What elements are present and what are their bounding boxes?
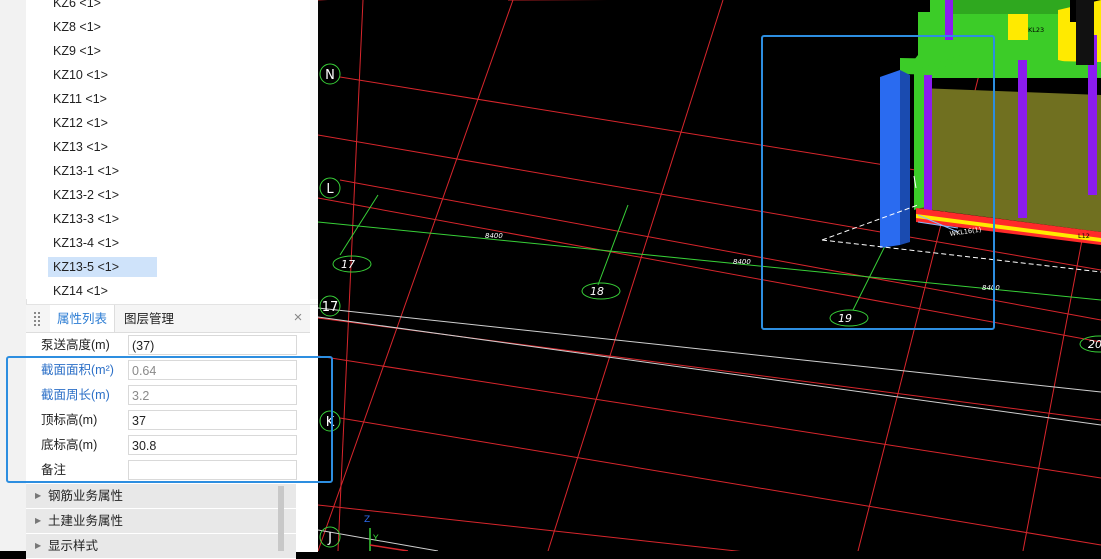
property-group-label: 钢筋业务属性	[48, 489, 124, 503]
close-icon[interactable]: ×	[290, 309, 306, 327]
tab-layer-management[interactable]: 图层管理	[124, 305, 174, 332]
dim-label-2: 8400	[733, 258, 751, 266]
tab-property-list[interactable]: 属性列表	[50, 305, 115, 332]
axis-label-l: L	[326, 182, 334, 197]
panel-tab-bar: 属性列表 图层管理 ×	[26, 305, 310, 333]
component-list[interactable]: KZ6 <1> KZ8 <1> KZ9 <1> KZ10 <1> KZ11 <1> KZ1…	[26, 0, 310, 299]
component-list-item[interactable]: KZ11 <1>	[48, 89, 157, 109]
component-list-item[interactable]: KZ12 <1>	[48, 113, 157, 133]
list-scrollbar[interactable]	[310, 0, 318, 299]
grid-label-20: 20	[1088, 338, 1101, 351]
property-group-label: 显示样式	[48, 539, 99, 553]
grid-label-17: 17	[341, 258, 355, 271]
property-group-header[interactable]: ▶ 钢筋业务属性	[26, 484, 296, 509]
axis-label-n: N	[325, 68, 335, 83]
component-list-item[interactable]: KZ13-5 <1>	[48, 257, 157, 277]
axis-label-j: J	[327, 531, 332, 546]
property-value-field[interactable]: (37)	[128, 335, 297, 355]
dim-label-1: 8400	[485, 232, 503, 240]
white-grid-lines	[318, 307, 1101, 551]
axis-letter-y: Y	[372, 534, 379, 544]
property-row: 泵送高度(m) (37)	[26, 333, 298, 358]
component-list-item[interactable]: KZ9 <1>	[48, 41, 157, 61]
axis-label-17: 17	[322, 300, 339, 315]
component-list-item[interactable]: KZ13-4 <1>	[48, 233, 157, 253]
component-list-item[interactable]: KZ13-2 <1>	[48, 185, 157, 205]
property-name: 泵送高度(m)	[41, 338, 110, 352]
property-highlight-box	[6, 356, 333, 483]
property-group-header[interactable]: ▶ 土建业务属性	[26, 509, 296, 534]
component-list-item[interactable]: KZ6 <1>	[48, 0, 157, 13]
expand-arrow-icon: ▶	[35, 516, 42, 525]
property-group-label: 土建业务属性	[48, 514, 124, 528]
property-group-header[interactable]: ▶ 显示样式	[26, 534, 296, 559]
property-scrollbar[interactable]	[278, 486, 284, 551]
coordinate-axes-icon: Z Y	[364, 515, 409, 551]
axis-letter-z: Z	[364, 515, 370, 525]
component-list-item[interactable]: KZ10 <1>	[48, 65, 157, 85]
component-list-item[interactable]: KZ14 <1>	[48, 281, 157, 299]
component-list-item[interactable]: KZ13-1 <1>	[48, 161, 157, 181]
beam-label-l12: L12	[1078, 232, 1090, 240]
expand-arrow-icon: ▶	[35, 491, 42, 500]
component-list-item[interactable]: KZ8 <1>	[48, 17, 157, 37]
component-list-item[interactable]: KZ13-3 <1>	[48, 209, 157, 229]
component-list-item[interactable]: KZ13 <1>	[48, 137, 157, 157]
drag-handle-icon[interactable]	[34, 312, 40, 326]
column-highlight-box	[761, 35, 995, 330]
grid-label-18: 18	[590, 285, 604, 298]
expand-arrow-icon: ▶	[35, 541, 42, 550]
beam-label-kl23: KL23	[1028, 26, 1044, 34]
